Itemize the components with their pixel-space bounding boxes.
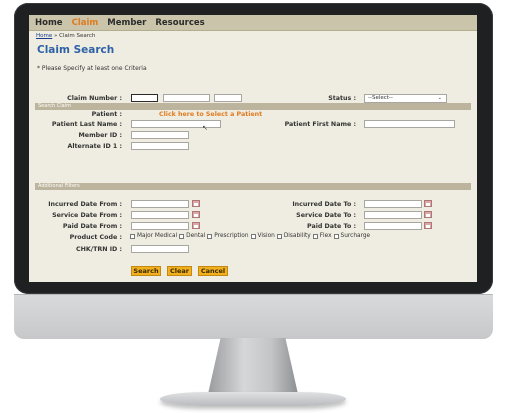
status-select[interactable]: --Select-- ⌄ — [364, 94, 447, 103]
breadcrumb-current: Claim Search — [59, 33, 96, 39]
top-nav: Home Claim Member Resources — [29, 15, 477, 31]
calendar-icon[interactable] — [424, 211, 432, 218]
claim-number-input-2[interactable] — [163, 94, 210, 102]
calendar-icon[interactable] — [192, 211, 200, 218]
chevron-down-icon: ⌄ — [437, 95, 442, 101]
paid-to-label: Paid Date To : — [307, 223, 356, 230]
status-select-value: --Select-- — [368, 95, 393, 101]
calendar-icon[interactable] — [424, 200, 432, 207]
product-label: Vision — [257, 233, 275, 239]
incurred-from-label: Incurred Date From : — [48, 201, 122, 208]
search-claim-header: Search Claim — [35, 103, 471, 110]
claim-number-input-1[interactable] — [131, 94, 158, 102]
calendar-icon[interactable] — [192, 222, 200, 229]
incurred-to-input[interactable] — [364, 200, 422, 208]
clear-button[interactable]: Clear — [167, 266, 192, 276]
paid-from-input[interactable] — [131, 222, 189, 230]
incurred-from-input[interactable] — [131, 200, 189, 208]
paid-from-label: Paid Date From : — [62, 223, 122, 230]
member-id-input[interactable] — [131, 131, 189, 139]
calendar-icon[interactable] — [424, 222, 432, 229]
checkbox-dental[interactable] — [179, 233, 185, 239]
product-label: Dental — [186, 233, 206, 239]
chk-trn-input[interactable] — [131, 245, 189, 253]
service-from-label: Service Date From : — [52, 212, 122, 219]
alternate-id-label: Alternate ID 1 : — [67, 143, 122, 150]
screen: Home Claim Member Resources Home » Claim… — [29, 15, 477, 282]
product-label: Major Medical — [137, 233, 178, 239]
calendar-icon[interactable] — [192, 200, 200, 207]
nav-home[interactable]: Home — [35, 18, 63, 28]
product-label: Prescription — [214, 233, 249, 239]
checkbox-disability[interactable] — [276, 233, 282, 239]
page-title: Claim Search — [37, 44, 115, 56]
monitor-stand-base — [160, 392, 346, 406]
product-label: Disability — [283, 233, 311, 239]
monitor-stand-neck — [208, 338, 298, 394]
patient-first-name-label: Patient First Name : — [284, 121, 356, 128]
claim-number-label: Claim Number : — [67, 95, 122, 102]
product-code-options: Major Medical Dental Prescription Vision… — [130, 233, 370, 239]
service-to-input[interactable] — [364, 211, 422, 219]
product-code-label: Product Code : — [69, 234, 122, 241]
service-to-label: Service Date To : — [296, 212, 356, 219]
patient-first-name-input[interactable] — [364, 120, 455, 128]
checkbox-surcharge[interactable] — [333, 233, 339, 239]
breadcrumb: Home » Claim Search — [29, 31, 477, 39]
search-button[interactable]: Search — [131, 266, 161, 276]
status-label: Status : — [328, 95, 356, 102]
patient-last-name-label: Patient Last Name : — [51, 121, 122, 128]
breadcrumb-home[interactable]: Home — [36, 33, 52, 39]
incurred-to-label: Incurred Date To : — [292, 201, 356, 208]
criteria-note: * Please Specify at least one Criteria — [37, 65, 147, 72]
checkbox-prescription[interactable] — [207, 233, 213, 239]
claim-number-input-3[interactable] — [214, 94, 242, 102]
nav-member[interactable]: Member — [107, 18, 146, 28]
cancel-button[interactable]: Cancel — [198, 266, 228, 276]
mouse-cursor-icon: ↖ — [202, 124, 208, 132]
product-label: Flex — [319, 233, 332, 239]
monitor-chin — [14, 294, 493, 339]
chk-trn-label: CHK/TRN ID : — [76, 246, 122, 253]
checkbox-vision[interactable] — [250, 233, 256, 239]
alternate-id-input[interactable] — [131, 142, 189, 150]
additional-filters-header: Additional Filters — [35, 183, 471, 190]
patient-label: Patient : — [91, 111, 122, 118]
product-label: Surcharge — [340, 233, 371, 239]
select-patient-link[interactable]: Click here to Select a Patient — [159, 111, 262, 118]
nav-resources[interactable]: Resources — [155, 18, 204, 28]
nav-claim[interactable]: Claim — [72, 18, 99, 28]
paid-to-input[interactable] — [364, 222, 422, 230]
member-id-label: Member ID : — [78, 132, 122, 139]
checkbox-flex[interactable] — [312, 233, 318, 239]
service-from-input[interactable] — [131, 211, 189, 219]
checkbox-major-medical[interactable] — [130, 233, 135, 239]
